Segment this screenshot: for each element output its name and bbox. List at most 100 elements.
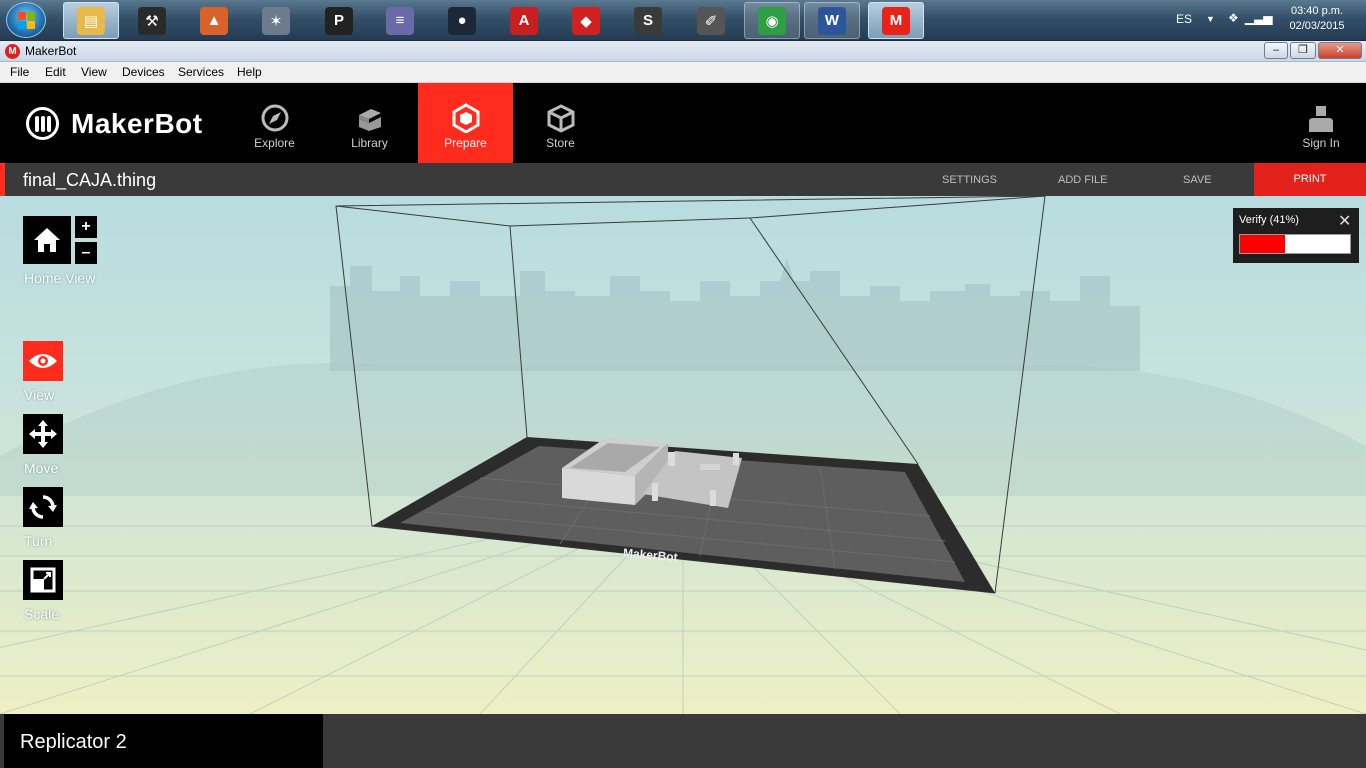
taskbar-app-p[interactable]: P (311, 2, 367, 39)
taskbar-matlab[interactable]: ▲ (186, 2, 242, 39)
tab-prepare[interactable]: Prepare (418, 83, 513, 163)
home-view-button[interactable] (23, 216, 71, 264)
view-tool-label: View (24, 387, 55, 403)
scale-tool-button[interactable] (23, 560, 63, 600)
user-icon (1296, 83, 1346, 133)
tab-library[interactable]: Library (322, 83, 417, 163)
menu-view[interactable]: View (81, 65, 107, 79)
system-tray: ❖ ▁▃▅ (1228, 11, 1272, 25)
file-accent-stripe (0, 163, 5, 196)
scale-icon (30, 567, 56, 593)
tab-explore[interactable]: Explore (227, 83, 322, 163)
move-arrows-icon (29, 420, 57, 448)
window-titlebar: M MakerBot ‒ ❐ ✕ (0, 41, 1366, 62)
city-skyline (330, 258, 1140, 371)
windows-flag-icon (18, 12, 26, 20)
zoom-in-button[interactable]: + (75, 216, 97, 238)
view-tool-button[interactable] (23, 341, 63, 381)
sublime-icon: S (634, 6, 662, 35)
language-indicator[interactable]: ES (1176, 12, 1192, 26)
verify-panel: Verify (41%) ✕ (1233, 208, 1359, 263)
eye-icon (29, 354, 57, 368)
compass-icon (227, 83, 322, 133)
app-x-icon: ✶ (262, 6, 290, 35)
word-icon: W (818, 6, 846, 35)
home-view-label: Home View (24, 270, 96, 286)
menu-edit[interactable]: Edit (45, 65, 66, 79)
makerbot-app-icon: M (5, 44, 20, 59)
zoom-out-button[interactable]: – (75, 242, 97, 264)
dropbox-icon[interactable]: ❖ (1228, 11, 1239, 25)
bottom-bar: Replicator 2 (0, 714, 1366, 768)
taskbar-makerbot[interactable]: M (868, 2, 924, 39)
autocad-icon: A (510, 6, 538, 35)
settings-button[interactable]: SETTINGS (942, 174, 997, 186)
menu-devices[interactable]: Devices (122, 65, 165, 79)
verify-label: Verify (41%) (1239, 214, 1299, 226)
taskbar: ▤ ⚒ ▲ ✶ P ≡ ● A ◆ S ✐ ◉ W M ES ▼ ❖ ▁▃▅ 03:40 p.m. 02/… (0, 0, 1366, 41)
printer-name: Replicator 2 (20, 731, 127, 753)
menu-bar: File Edit View Devices Services Help (0, 62, 1366, 83)
print-button[interactable]: PRINT (1254, 163, 1366, 196)
sign-in-button[interactable]: Sign In (1296, 83, 1346, 163)
turn-tool-button[interactable] (23, 487, 63, 527)
add-file-button[interactable]: ADD FILE (1058, 174, 1108, 186)
app-p-icon: P (325, 6, 353, 35)
taskbar-app-x[interactable]: ✶ (248, 2, 304, 39)
minimize-button[interactable]: ‒ (1264, 42, 1288, 59)
printer-selector[interactable]: Replicator 2 (4, 714, 323, 768)
taskbar-word[interactable]: W (804, 2, 860, 39)
library-icon (322, 83, 417, 133)
window-title: MakerBot (25, 44, 77, 58)
verify-progress-bar (1239, 234, 1351, 254)
menu-help[interactable]: Help (237, 65, 262, 79)
clock-date: 02/03/2015 (1289, 20, 1345, 32)
verify-progress-fill (1240, 235, 1286, 253)
3d-viewport[interactable]: MakerBot (0, 196, 1366, 714)
logo-text: MakerBot (71, 107, 203, 139)
matlab-icon: ▲ (200, 6, 228, 35)
turn-tool-label: Turn (24, 533, 53, 549)
verify-close-icon[interactable]: ✕ (1338, 211, 1351, 231)
taskbar-chrome[interactable]: ◉ (744, 2, 800, 39)
save-button[interactable]: SAVE (1183, 174, 1212, 186)
chrome-icon: ◉ (758, 6, 786, 35)
menu-file[interactable]: File (10, 65, 29, 79)
mplab-ide-icon: ◆ (572, 6, 600, 35)
file-toolbar: final_CAJA.thing SETTINGS ADD FILE SAVE … (0, 163, 1366, 196)
move-tool-button[interactable] (23, 414, 63, 454)
file-explorer-icon: ▤ (77, 6, 105, 35)
rotate-icon (29, 495, 57, 519)
taskbar-app-mixer[interactable]: ≡ (372, 2, 428, 39)
makerbot-icon: M (882, 6, 910, 35)
file-name: final_CAJA.thing (23, 170, 157, 190)
taskbar-sublime[interactable]: S (620, 2, 676, 39)
prepare-icon (418, 83, 513, 133)
scale-tool-label: Scale (24, 606, 60, 622)
makerbot-logo: MakerBot (26, 107, 203, 140)
app-header: MakerBot Explore Library Prepare Store S… (0, 83, 1366, 163)
start-button[interactable] (6, 2, 46, 38)
store-icon (513, 83, 608, 133)
close-window-button[interactable]: ✕ (1318, 42, 1362, 59)
system-clock[interactable]: 03:40 p.m. 02/03/2015 (1282, 4, 1352, 34)
taskbar-app-pro[interactable]: ⚒ (124, 2, 180, 39)
home-icon (34, 228, 60, 252)
steam-icon: ● (448, 6, 476, 35)
taskbar-inkscape[interactable]: ✐ (683, 2, 739, 39)
tray-expand-icon[interactable]: ▼ (1206, 14, 1215, 24)
taskbar-mplab-ide[interactable]: ◆ (558, 2, 614, 39)
menu-services[interactable]: Services (178, 65, 224, 79)
network-signal-icon[interactable]: ▁▃▅ (1245, 11, 1273, 25)
clock-time: 03:40 p.m. (1291, 5, 1343, 17)
taskbar-file-explorer[interactable]: ▤ (63, 2, 119, 39)
build-scene: MakerBot (0, 196, 1366, 714)
app-pro-icon: ⚒ (138, 6, 166, 35)
restore-button[interactable]: ❐ (1290, 42, 1316, 59)
tab-store[interactable]: Store (513, 83, 608, 163)
move-tool-label: Move (24, 460, 59, 476)
taskbar-steam[interactable]: ● (434, 2, 490, 39)
app-mixer-icon: ≡ (386, 6, 414, 35)
inkscape-icon: ✐ (697, 6, 725, 35)
taskbar-autocad[interactable]: A (496, 2, 552, 39)
